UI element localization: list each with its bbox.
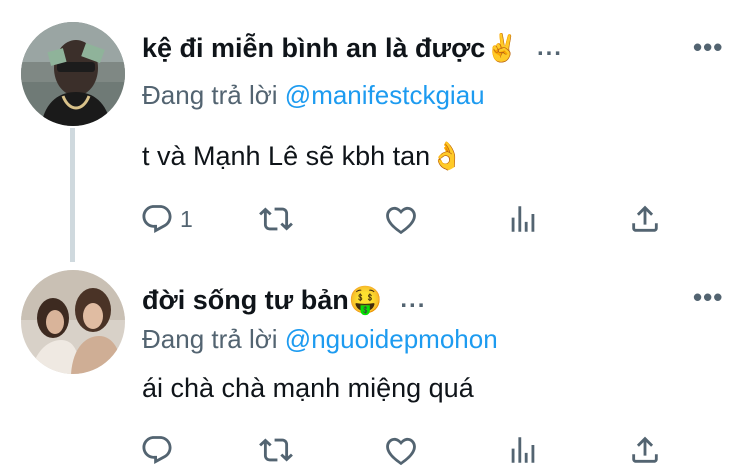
- share-icon: [632, 205, 658, 232]
- replying-to: Đang trả lời @nguoidepmohon: [142, 324, 498, 355]
- tweet-text: ái chà chà mạnh miệng quá: [142, 373, 474, 403]
- tweet-2[interactable]: đời sống tư bản🤑 ... ••• Đang trả lời @n…: [0, 262, 750, 476]
- replying-label: Đang trả lời: [142, 324, 278, 354]
- avatar-photo: [21, 270, 125, 374]
- mention-link[interactable]: @manifestckgiau: [285, 80, 485, 110]
- action-bar: [140, 433, 680, 467]
- reply-count: 1: [180, 205, 193, 232]
- share-button[interactable]: [628, 202, 662, 236]
- replying-to: Đang trả lời @manifestckgiau: [142, 80, 485, 111]
- retweet-icon: [259, 207, 293, 231]
- tweet-header: kệ đi miễn bình an là được✌️ ...: [142, 32, 563, 64]
- more-icon[interactable]: •••: [693, 32, 723, 63]
- name-truncation: ...: [536, 34, 563, 61]
- tweet-1[interactable]: kệ đi miễn bình an là được✌️ ... ••• Đan…: [0, 0, 750, 262]
- reply-icon: [142, 436, 172, 465]
- retweet-button[interactable]: [259, 433, 293, 467]
- avatar-photo: [21, 22, 125, 126]
- stats-icon: [511, 437, 535, 463]
- more-icon[interactable]: •••: [693, 282, 723, 313]
- stats-button[interactable]: [506, 433, 540, 467]
- share-button[interactable]: [628, 433, 662, 467]
- reply-button[interactable]: [140, 433, 174, 467]
- share-icon: [632, 436, 658, 463]
- mention-link[interactable]: @nguoidepmohon: [285, 324, 498, 354]
- tweet-text: t và Mạnh Lê sẽ kbh tan👌: [142, 141, 464, 171]
- money-mouth-emoji-icon: 🤑: [348, 285, 383, 315]
- reply-icon: [142, 205, 172, 234]
- thread-line: [70, 128, 75, 262]
- ok-hand-emoji-icon: 👌: [430, 141, 464, 171]
- action-bar: 1: [140, 202, 680, 236]
- tweet-header: đời sống tư bản🤑 ...: [142, 284, 426, 316]
- like-button[interactable]: [384, 202, 418, 236]
- avatar[interactable]: [21, 270, 125, 374]
- display-name[interactable]: kệ đi miễn bình an là được✌️: [142, 32, 519, 64]
- like-icon: [386, 206, 416, 235]
- like-icon: [386, 437, 416, 466]
- retweet-button[interactable]: [259, 202, 293, 236]
- display-name[interactable]: đời sống tư bản🤑: [142, 284, 382, 316]
- like-button[interactable]: [384, 433, 418, 467]
- stats-icon: [511, 206, 535, 232]
- avatar[interactable]: [21, 22, 125, 126]
- replying-label: Đang trả lời: [142, 80, 278, 110]
- retweet-icon: [259, 438, 293, 462]
- reply-button[interactable]: 1: [140, 202, 193, 236]
- stats-button[interactable]: [506, 202, 540, 236]
- name-truncation: ...: [400, 286, 427, 313]
- victory-emoji-icon: ✌️: [485, 33, 519, 63]
